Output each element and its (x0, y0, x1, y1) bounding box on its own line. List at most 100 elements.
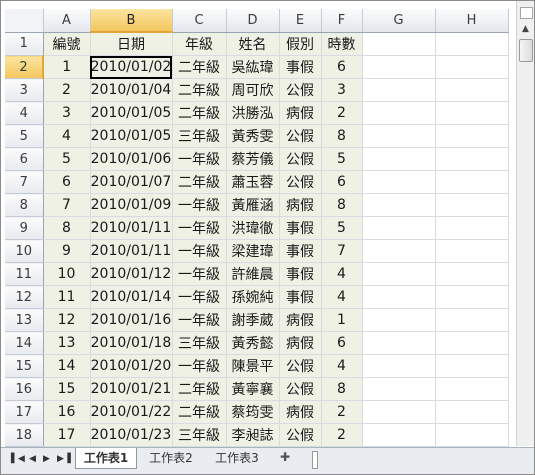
cell-g[interactable] (362, 308, 436, 332)
cell-h[interactable] (435, 216, 509, 240)
cell-g[interactable] (362, 423, 436, 447)
cell-a[interactable]: 8 (43, 216, 91, 240)
cell-c[interactable]: 二年級 (172, 55, 227, 79)
row-header[interactable]: 11 (5, 262, 44, 286)
cell-a[interactable]: 4 (43, 124, 91, 148)
cell-g[interactable] (362, 147, 436, 171)
cell-c[interactable]: 三年級 (172, 423, 227, 447)
cell-d[interactable]: 黃秀雯 (226, 124, 280, 148)
cell-d[interactable]: 黃秀懿 (226, 331, 280, 355)
cell-g[interactable] (362, 193, 436, 217)
cell-h[interactable] (435, 262, 509, 286)
cell-b[interactable]: 2010/01/11 (90, 216, 173, 240)
cell-f[interactable]: 5 (321, 147, 363, 171)
cell-d[interactable]: 許維晨 (226, 262, 280, 286)
cell-h[interactable] (435, 124, 509, 148)
cell-h[interactable] (435, 377, 509, 401)
cell-h[interactable] (435, 239, 509, 263)
split-box[interactable] (520, 7, 533, 19)
cell-g[interactable] (362, 377, 436, 401)
cell-b[interactable]: 2010/01/09 (90, 193, 173, 217)
row-header[interactable]: 5 (5, 124, 44, 148)
cell-d[interactable]: 黃雁涵 (226, 193, 280, 217)
cell-e[interactable]: 事假 (279, 262, 322, 286)
cell-c[interactable]: 三年級 (172, 124, 227, 148)
cell-a[interactable]: 13 (43, 331, 91, 355)
column-header-a[interactable]: A (43, 9, 91, 33)
cell-b[interactable]: 2010/01/14 (90, 285, 173, 309)
cell-b[interactable]: 2010/01/21 (90, 377, 173, 401)
cell-h[interactable] (435, 400, 509, 424)
cell-d[interactable]: 黃寧襄 (226, 377, 280, 401)
cell-b[interactable]: 2010/01/04 (90, 78, 173, 102)
row-header[interactable]: 10 (5, 239, 44, 263)
cell-g[interactable] (362, 78, 436, 102)
cell-d[interactable]: 蕭玉蓉 (226, 170, 280, 194)
tab-split-handle[interactable] (312, 451, 318, 469)
cell-h[interactable] (435, 147, 509, 171)
cell-b[interactable]: 2010/01/18 (90, 331, 173, 355)
column-header-h[interactable]: H (435, 9, 509, 33)
column-header-f[interactable]: F (321, 9, 363, 33)
row-header[interactable]: 13 (5, 308, 44, 332)
row-header[interactable]: 8 (5, 193, 44, 217)
cell-e[interactable]: 公假 (279, 124, 322, 148)
cell-f[interactable]: 8 (321, 377, 363, 401)
cell-c[interactable]: 一年級 (172, 193, 227, 217)
cell-a[interactable]: 3 (43, 101, 91, 125)
row-header[interactable]: 12 (5, 285, 44, 309)
row-header[interactable]: 9 (5, 216, 44, 240)
cell-d[interactable]: 蔡筠雯 (226, 400, 280, 424)
cell-g[interactable] (362, 331, 436, 355)
row-header[interactable]: 16 (5, 377, 44, 401)
cell-c[interactable]: 二年級 (172, 377, 227, 401)
cell-c[interactable]: 年級 (172, 32, 227, 56)
cell-g[interactable] (362, 216, 436, 240)
cell-e[interactable]: 公假 (279, 354, 322, 378)
cell-f[interactable]: 8 (321, 193, 363, 217)
cell-c[interactable]: 一年級 (172, 147, 227, 171)
column-header-c[interactable]: C (172, 9, 227, 33)
cell-c[interactable]: 一年級 (172, 354, 227, 378)
cell-h[interactable] (435, 354, 509, 378)
cell-d[interactable]: 姓名 (226, 32, 280, 56)
cell-c[interactable]: 一年級 (172, 239, 227, 263)
cell-e[interactable]: 事假 (279, 216, 322, 240)
cell-b[interactable]: 日期 (90, 32, 173, 56)
row-header[interactable]: 1 (5, 32, 44, 56)
cell-a[interactable]: 12 (43, 308, 91, 332)
cell-d[interactable]: 梁建瑋 (226, 239, 280, 263)
cell-d[interactable]: 陳景平 (226, 354, 280, 378)
cell-h[interactable] (435, 78, 509, 102)
cell-b[interactable]: 2010/01/05 (90, 101, 173, 125)
cell-d[interactable]: 洪勝泓 (226, 101, 280, 125)
cell-f[interactable]: 7 (321, 239, 363, 263)
row-header[interactable]: 7 (5, 170, 44, 194)
cell-b[interactable]: 2010/01/20 (90, 354, 173, 378)
cell-c[interactable]: 一年級 (172, 285, 227, 309)
cell-a[interactable]: 16 (43, 400, 91, 424)
cell-e[interactable]: 病假 (279, 193, 322, 217)
cell-c[interactable]: 一年級 (172, 262, 227, 286)
cell-e[interactable]: 公假 (279, 170, 322, 194)
cell-g[interactable] (362, 262, 436, 286)
cell-f[interactable]: 3 (321, 78, 363, 102)
cell-a[interactable]: 17 (43, 423, 91, 447)
cell-f[interactable]: 4 (321, 285, 363, 309)
scroll-thumb[interactable] (519, 39, 533, 62)
cell-c[interactable]: 二年級 (172, 78, 227, 102)
cell-a[interactable]: 15 (43, 377, 91, 401)
cell-e[interactable]: 公假 (279, 147, 322, 171)
cell-e[interactable]: 公假 (279, 78, 322, 102)
cell-f[interactable]: 5 (321, 216, 363, 240)
cell-a[interactable]: 5 (43, 147, 91, 171)
vertical-scrollbar[interactable]: ▲ (516, 1, 534, 446)
cell-e[interactable]: 事假 (279, 239, 322, 263)
cell-e[interactable]: 病假 (279, 308, 322, 332)
row-header[interactable]: 4 (5, 101, 44, 125)
cell-d[interactable]: 謝季葳 (226, 308, 280, 332)
cell-c[interactable]: 二年級 (172, 170, 227, 194)
cell-c[interactable]: 一年級 (172, 308, 227, 332)
cell-f[interactable]: 2 (321, 423, 363, 447)
cell-c[interactable]: 三年級 (172, 331, 227, 355)
